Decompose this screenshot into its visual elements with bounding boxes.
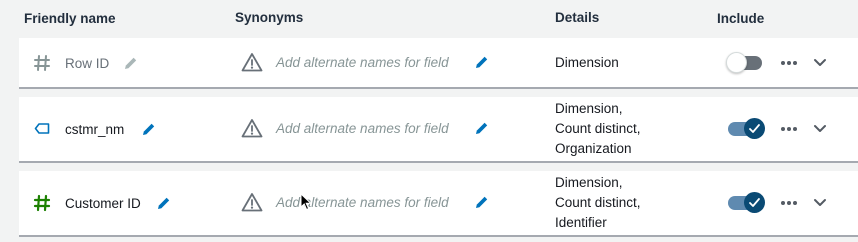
- warning-icon: [241, 52, 263, 72]
- include-toggle[interactable]: [728, 192, 765, 213]
- more-options-icon[interactable]: [779, 119, 799, 139]
- details-line: Dimension: [555, 55, 619, 70]
- field-details: Dimension: [555, 53, 619, 73]
- check-icon: [744, 118, 765, 139]
- warning-icon: [241, 118, 263, 138]
- details-line: Dimension,: [555, 101, 623, 116]
- hash-icon: [33, 54, 51, 72]
- details-line: Identifier: [555, 215, 607, 230]
- edit-synonyms-icon[interactable]: [474, 120, 490, 136]
- table-row: Row ID Add alternate names for field Dim…: [19, 38, 858, 89]
- more-options-icon[interactable]: [779, 53, 799, 73]
- details-line: Count distinct,: [555, 195, 641, 210]
- column-header-friendly-name: Friendly name: [24, 11, 116, 26]
- table-row: Customer ID Add alternate names for fiel…: [19, 171, 858, 237]
- field-details: Dimension, Count distinct, Organization: [555, 99, 641, 159]
- edit-synonyms-icon[interactable]: [474, 194, 490, 210]
- hash-icon: [33, 194, 51, 212]
- column-header-synonyms: Synonyms: [235, 10, 304, 25]
- warning-icon: [241, 192, 263, 212]
- table-header: Friendly name Synonyms Details Include: [0, 0, 858, 36]
- edit-synonyms-icon[interactable]: [474, 54, 490, 70]
- edit-name-icon: [123, 55, 139, 71]
- edit-name-icon[interactable]: [141, 121, 157, 137]
- field-name: Customer ID: [65, 196, 141, 211]
- synonyms-input[interactable]: Add alternate names for field: [276, 121, 471, 136]
- table-row: cstmr_nm Add alternate names for field D…: [19, 97, 858, 163]
- chevron-down-icon[interactable]: [812, 195, 828, 211]
- chevron-down-icon[interactable]: [812, 55, 828, 71]
- details-line: Dimension,: [555, 175, 623, 190]
- include-toggle[interactable]: [728, 118, 765, 139]
- check-icon: [744, 192, 765, 213]
- tag-icon: [33, 120, 51, 138]
- chevron-down-icon[interactable]: [812, 121, 828, 137]
- include-toggle[interactable]: [726, 52, 764, 73]
- field-name: Row ID: [65, 56, 110, 71]
- column-header-include: Include: [717, 11, 765, 26]
- details-line: Organization: [555, 141, 632, 156]
- edit-name-icon[interactable]: [156, 195, 172, 211]
- more-options-icon[interactable]: [779, 193, 799, 213]
- details-line: Count distinct,: [555, 121, 641, 136]
- mouse-cursor-icon: [300, 192, 312, 211]
- field-details: Dimension, Count distinct, Identifier: [555, 173, 641, 233]
- synonyms-input[interactable]: Add alternate names for field: [276, 55, 471, 70]
- field-name: cstmr_nm: [65, 122, 125, 137]
- column-header-details: Details: [555, 10, 600, 25]
